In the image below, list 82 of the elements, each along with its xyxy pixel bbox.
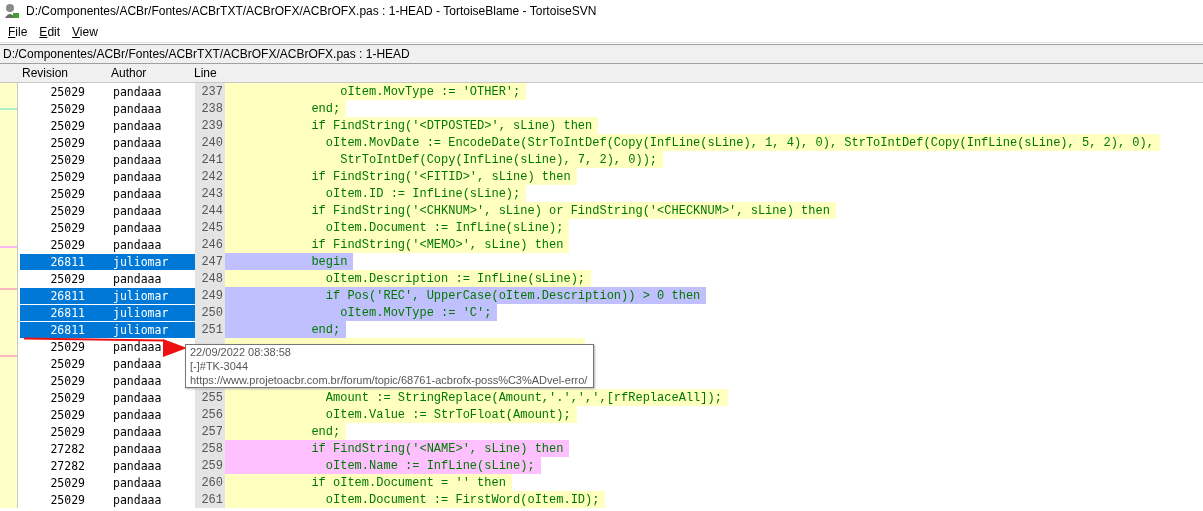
line-number: 260 [195,474,225,491]
author-cell[interactable]: pandaaa [109,474,195,491]
revision-cell[interactable]: 25029 [20,338,109,355]
line-number: 257 [195,423,225,440]
revision-cell[interactable]: 25029 [20,236,109,253]
revision-cell[interactable]: 25029 [20,491,109,508]
author-cell[interactable]: pandaaa [109,185,195,202]
revision-cell[interactable]: 25029 [20,100,109,117]
revision-cell[interactable]: 25029 [20,168,109,185]
column-header[interactable]: Line [192,66,217,80]
author-cell[interactable]: pandaaa [109,440,195,457]
author-cell[interactable]: pandaaa [109,134,195,151]
revision-cell[interactable]: 25029 [20,474,109,491]
path-bar: D:/Componentes/ACBr/Fontes/ACBrTXT/ACBrOFX/ACBrOFX.pas : 1-HEAD [0,44,1203,64]
revision-cell[interactable]: 26811 [20,321,109,338]
line-number: 256 [195,406,225,423]
revision-cell[interactable]: 25029 [20,372,109,389]
revision-cell[interactable]: 25029 [20,134,109,151]
column-header[interactable]: Revision [0,66,107,80]
revision-cell[interactable]: 26811 [20,253,109,270]
tooltip-text: 22/09/2022 08:38:58 [190,345,291,359]
author-cell[interactable]: juliomar [109,253,195,270]
revision-cell[interactable]: 25029 [20,355,109,372]
line-number: 239 [195,117,225,134]
line-number: 259 [195,457,225,474]
revision-cell[interactable]: 27282 [20,457,109,474]
tooltip-text: [-]#TK-3044 [190,359,249,373]
revision-cell[interactable]: 25029 [20,83,109,100]
line-number: 242 [195,168,225,185]
line-number: 258 [195,440,225,457]
line-number: 244 [195,202,225,219]
author-cell[interactable]: pandaaa [109,389,195,406]
line-number: 247 [195,253,225,270]
author-cell[interactable]: pandaaa [109,219,195,236]
app-icon [4,3,20,19]
author-cell[interactable]: pandaaa [109,117,195,134]
line-number: 249 [195,287,225,304]
author-cell[interactable]: pandaaa [109,100,195,117]
author-cell[interactable]: pandaaa [109,491,195,508]
revision-cell[interactable]: 25029 [20,219,109,236]
menu-item[interactable]: Edit [33,25,67,39]
revision-cell[interactable]: 25029 [20,423,109,440]
revision-cell[interactable]: 26811 [20,304,109,321]
line-number: 241 [195,151,225,168]
line-number: 237 [195,83,225,100]
revision-cell[interactable]: 25029 [20,270,109,287]
menu-item[interactable]: View [66,25,104,39]
author-cell[interactable]: juliomar [109,287,195,304]
author-cell[interactable]: pandaaa [109,83,195,100]
line-number: 240 [195,134,225,151]
revision-cell[interactable]: 25029 [20,151,109,168]
line-number: 261 [195,491,225,508]
tooltip-text: https://www.projetoacbr.com.br/forum/topic/68761-acbrofx-poss%C3%ADvel-erro/ [190,373,588,387]
author-cell[interactable]: juliomar [109,304,195,321]
revision-cell[interactable]: 26811 [20,287,109,304]
revision-cell[interactable]: 25029 [20,389,109,406]
revision-cell[interactable]: 25029 [20,185,109,202]
author-cell[interactable]: pandaaa [109,202,195,219]
author-cell[interactable]: pandaaa [109,457,195,474]
revision-cell[interactable]: 27282 [20,440,109,457]
line-number: 248 [195,270,225,287]
menu-item[interactable]: File [2,25,34,39]
author-cell[interactable]: pandaaa [109,406,195,423]
line-number-cell [195,338,225,344]
line-number: 250 [195,304,225,321]
author-cell[interactable]: pandaaa [109,151,195,168]
line-number: 243 [195,185,225,202]
revision-cell[interactable]: 25029 [20,202,109,219]
line-number: 255 [195,389,225,406]
line-number: 245 [195,219,225,236]
line-number: 246 [195,236,225,253]
line-number: 251 [195,321,225,338]
author-cell[interactable]: pandaaa [109,168,195,185]
window-title: D:/Componentes/ACBr/Fontes/ACBrTXT/ACBrOFX/ACBrOFX.pas : 1-HEAD - TortoiseBlame - TortoiseSVN [26,4,597,18]
author-cell[interactable]: pandaaa [109,236,195,253]
author-cell[interactable]: juliomar [109,321,195,338]
revision-cell[interactable]: 25029 [20,406,109,423]
author-cell[interactable]: pandaaa [109,270,195,287]
line-number: 238 [195,100,225,117]
author-cell[interactable]: pandaaa [109,423,195,440]
column-header[interactable]: Author [107,66,192,80]
revision-cell[interactable]: 25029 [20,117,109,134]
